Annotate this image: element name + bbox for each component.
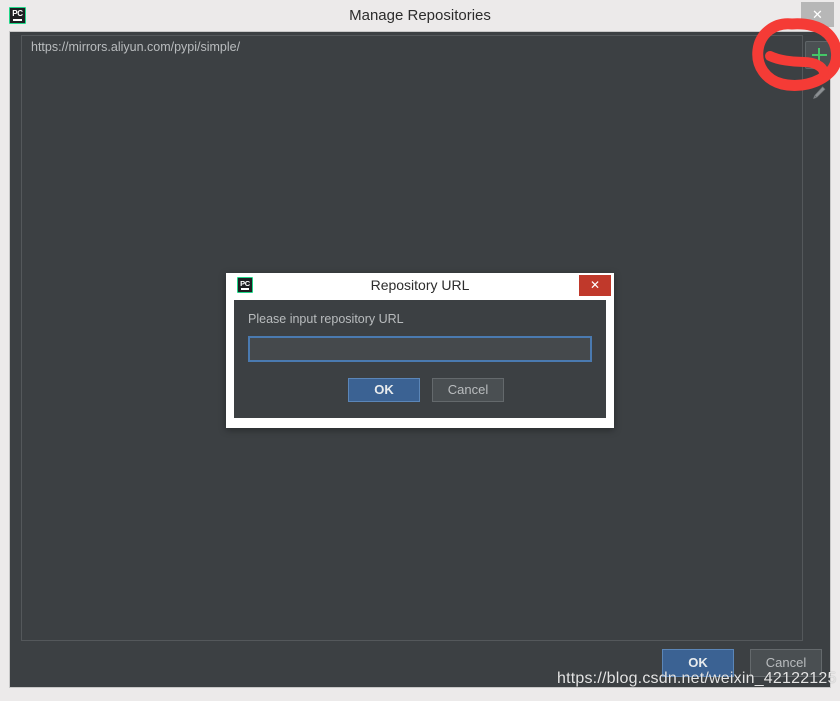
window-titlebar: PC Manage Repositories ✕ (0, 0, 840, 31)
close-icon[interactable]: ✕ (801, 2, 834, 27)
close-icon[interactable]: ✕ (579, 275, 611, 296)
edit-repository-button[interactable] (805, 79, 833, 107)
repository-url-label: Please input repository URL (248, 312, 404, 326)
watermark-text: https://blog.csdn.net/weixin_42122125 (557, 670, 837, 687)
manage-repositories-window: PC Manage Repositories ✕ https://mirrors… (0, 0, 840, 701)
repository-url-dialog: PC Repository URL ✕ Please input reposit… (226, 273, 614, 428)
plus-icon (811, 47, 827, 63)
dialog-titlebar: PC Repository URL ✕ (226, 273, 614, 298)
repository-toolbar (804, 35, 840, 641)
dialog-ok-button[interactable]: OK (348, 378, 420, 402)
pencil-icon (813, 86, 826, 100)
list-item[interactable]: https://mirrors.aliyun.com/pypi/simple/ (22, 36, 802, 58)
repository-url-input[interactable] (248, 336, 592, 362)
dialog-body: Please input repository URL OK Cancel (234, 300, 606, 418)
dialog-title: Repository URL (370, 277, 470, 293)
add-repository-button[interactable] (805, 41, 833, 69)
page-title: Manage Repositories (349, 7, 491, 24)
dialog-cancel-button[interactable]: Cancel (432, 378, 504, 402)
